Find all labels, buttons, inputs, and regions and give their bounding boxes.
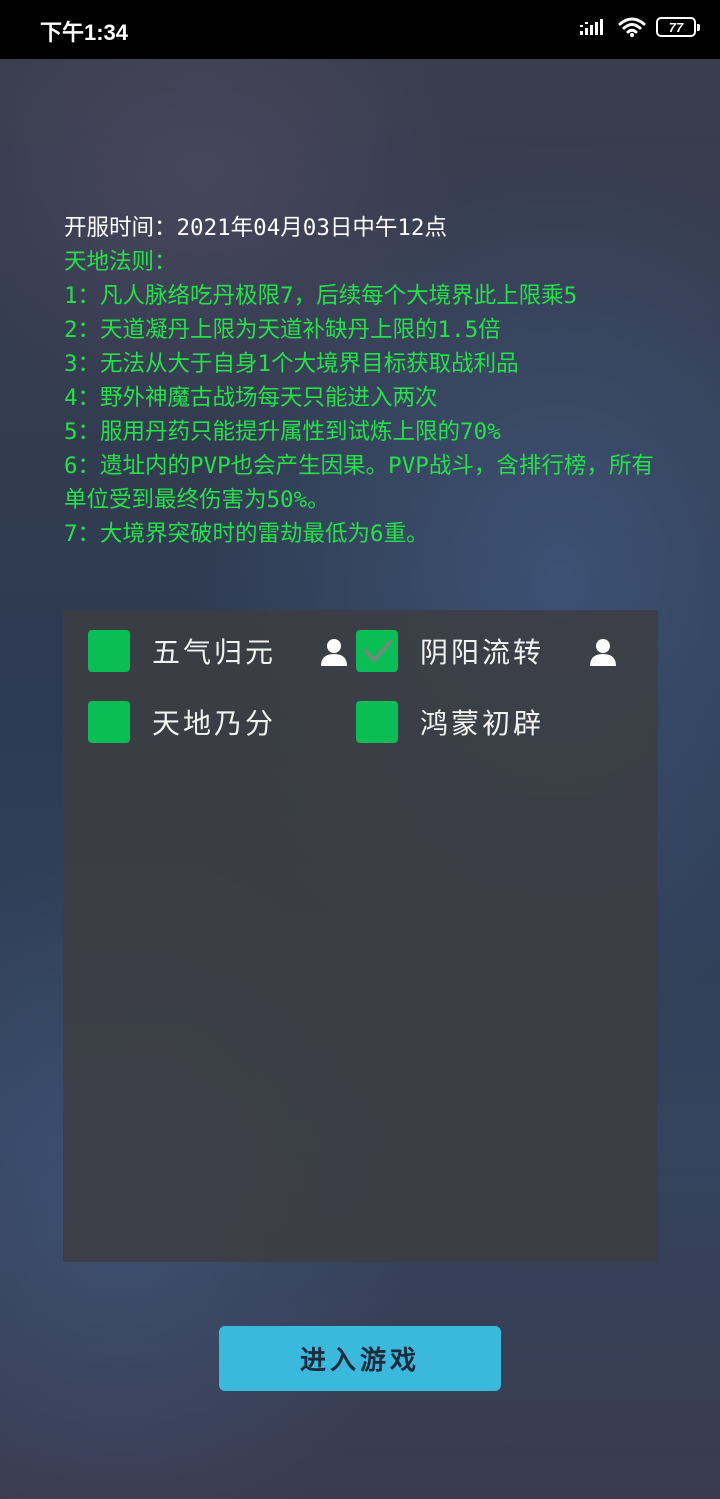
server-select-panel: 五气归元 阴阳流转 天地乃分 鸿蒙初辟 xyxy=(63,610,658,1262)
rule-item: 3：无法从大于自身1个大境界目标获取战利品 xyxy=(64,351,519,377)
battery-icon: 77 xyxy=(656,17,700,37)
status-bar: 下午1:34 77 xyxy=(0,0,720,59)
user-icon xyxy=(590,639,616,666)
rule-item: 4：野外神魔古战场每天只能进入两次 xyxy=(64,385,438,411)
enter-game-label: 进入游戏 xyxy=(299,1346,420,1376)
server-open-time: 开服时间：2021年04月03日中午12点 xyxy=(64,215,447,241)
battery-level: 77 xyxy=(668,19,684,35)
server-label: 鸿蒙初辟 xyxy=(420,707,545,740)
rule-item: 6：遗址内的PVP也会产生因果。PVP战斗，含排行榜，所有单位受到最终伤害为50… xyxy=(64,453,654,513)
rule-item: 7：大境界突破时的雷劫最低为6重。 xyxy=(64,521,429,547)
server-notice: 开服时间：2021年04月03日中午12点 天地法则： 1：凡人脉络吃丹极限7，… xyxy=(64,211,664,551)
user-icon xyxy=(321,639,347,666)
server-checkbox[interactable] xyxy=(88,701,130,743)
check-icon xyxy=(363,640,392,662)
status-icons: 77 xyxy=(580,16,700,38)
server-checkbox-checked[interactable] xyxy=(356,630,398,672)
server-option-wuqiguiyuan[interactable]: 五气归元 xyxy=(88,630,276,672)
server-label: 阴阳流转 xyxy=(420,636,545,669)
rule-item: 1：凡人脉络吃丹极限7，后续每个大境界此上限乘5 xyxy=(64,283,578,309)
signal-icon xyxy=(580,19,603,35)
rule-item: 5：服用丹药只能提升属性到试炼上限的70% xyxy=(64,419,501,445)
rule-item: 2：天道凝丹上限为天道补缺丹上限的1.5倍 xyxy=(64,317,501,343)
server-label: 五气归元 xyxy=(152,636,277,669)
server-checkbox[interactable] xyxy=(88,630,130,672)
game-launcher-screen: 开服时间：2021年04月03日中午12点 天地法则： 1：凡人脉络吃丹极限7，… xyxy=(0,59,720,1499)
status-time: 下午1:34 xyxy=(40,20,129,45)
server-option-hongmengchupi[interactable]: 鸿蒙初辟 xyxy=(356,701,544,743)
enter-game-button[interactable]: 进入游戏 xyxy=(219,1326,501,1391)
wifi-icon xyxy=(618,17,646,37)
server-option-yinyangliuzhuan[interactable]: 阴阳流转 xyxy=(356,630,544,672)
server-label: 天地乃分 xyxy=(152,707,277,740)
rules-title: 天地法则： xyxy=(64,249,177,275)
server-checkbox[interactable] xyxy=(356,701,398,743)
server-option-tiandinaifen[interactable]: 天地乃分 xyxy=(88,701,276,743)
